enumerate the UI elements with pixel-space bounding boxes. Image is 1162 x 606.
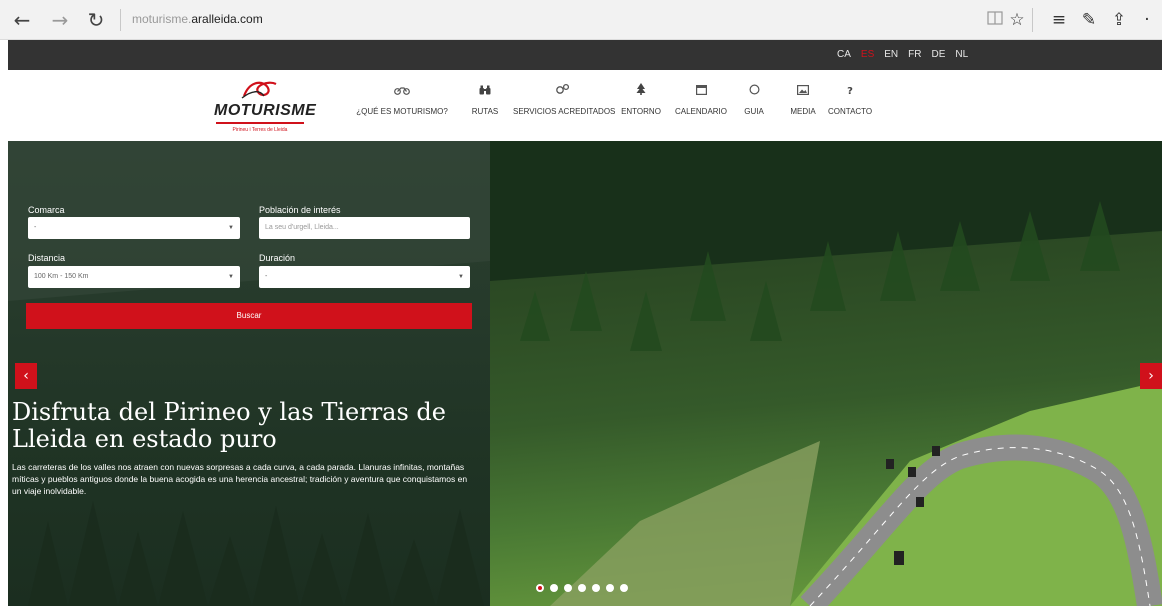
refresh-icon[interactable]: ↻ [82, 6, 110, 34]
hero-left-panel [8, 141, 490, 606]
site-logo[interactable]: MOTURISME Pirineu i Terres de Lleida [214, 78, 317, 144]
toolbar-separator [120, 9, 121, 31]
menu-label: GUIA [744, 107, 764, 116]
menu-calendario[interactable]: CALENDARIO [672, 83, 730, 133]
wrench-icon [513, 83, 613, 101]
menu-label: CONTACTO [828, 107, 873, 116]
menu-rutas[interactable]: RUTAS [466, 83, 504, 133]
slider-dot[interactable] [536, 584, 544, 592]
language-switcher: CA ES EN FR DE NL [837, 49, 968, 60]
logo-tagline: Pirineu i Terres de Lleida [232, 127, 288, 133]
circle-icon [740, 83, 768, 101]
poblacion-input[interactable]: La seu d'urgell, Lleida... [259, 217, 470, 239]
menu-label: ¿QUÉ ES MOTURISMO? [356, 107, 448, 116]
question-icon: ? [847, 86, 853, 97]
more-icon[interactable]: · [1138, 8, 1156, 32]
hero-title: Disfruta del Pirineo y las Tierras de Ll… [12, 398, 446, 453]
browser-toolbar: ← → ↻ moturisme.aralleida.com ☆ ≡ ✎ ⇪ · [0, 0, 1162, 40]
poblacion-placeholder: La seu d'urgell, Lleida... [265, 224, 339, 231]
menu-contacto[interactable]: ? CONTACTO [828, 83, 872, 133]
slider-dot[interactable] [578, 584, 586, 592]
duracion-value: - [265, 273, 268, 280]
url-domain: aralleida.com [191, 12, 263, 26]
distancia-label: Distancia [28, 253, 66, 263]
menu-label: RUTAS [471, 107, 499, 116]
menu-media[interactable]: MEDIA [788, 83, 818, 133]
logo-brand: MOTURISME [214, 102, 317, 119]
menu-label: CALENDARIO [674, 107, 727, 116]
slider-prev-button[interactable]: ‹ [15, 363, 37, 389]
lang-nl[interactable]: NL [955, 49, 968, 60]
slider-dot[interactable] [564, 584, 572, 592]
lang-en[interactable]: EN [884, 49, 898, 60]
comarca-value: - [34, 224, 37, 231]
favorite-star-icon[interactable]: ☆ [1004, 8, 1030, 32]
hero-description: Las carreteras de los valles nos atraen … [12, 462, 468, 496]
duracion-select[interactable]: - ▼ [259, 266, 470, 288]
distancia-value: 100 Km - 150 Km [34, 273, 89, 280]
slider-next-button[interactable]: › [1140, 363, 1162, 389]
share-icon[interactable]: ⇪ [1106, 8, 1132, 32]
hero-slider: Comarca - ▼ Población de interés La seu … [8, 141, 1162, 606]
chevron-down-icon: ▼ [228, 274, 234, 280]
slider-dot[interactable] [592, 584, 600, 592]
menu-servicios-acreditados[interactable]: SERVICIOS ACREDITADOS [513, 83, 616, 133]
web-note-icon[interactable]: ✎ [1076, 8, 1102, 32]
menu-label: SERVICIOS ACREDITADOS [513, 107, 616, 116]
comarca-select[interactable]: - ▼ [28, 217, 240, 239]
lang-ca[interactable]: CA [837, 49, 851, 60]
menu-label: ENTORNO [621, 107, 661, 116]
back-icon[interactable]: ← [8, 6, 36, 34]
menu-label: MEDIA [790, 107, 816, 116]
hub-icon[interactable]: ≡ [1046, 8, 1072, 32]
duracion-label: Duración [259, 253, 296, 263]
distancia-select[interactable]: 100 Km - 150 Km ▼ [28, 266, 240, 288]
menu-guia[interactable]: GUIA [740, 83, 768, 133]
chevron-down-icon: ▼ [458, 274, 464, 280]
lang-fr[interactable]: FR [908, 49, 921, 60]
slider-dot[interactable] [606, 584, 614, 592]
toolbar-separator [1032, 8, 1033, 32]
binoculars-icon [466, 83, 504, 101]
comarca-label: Comarca [28, 205, 65, 215]
tree-icon [618, 83, 664, 101]
menu-entorno[interactable]: ENTORNO [618, 83, 664, 133]
slider-dot[interactable] [550, 584, 558, 592]
url-prefix: moturisme. [132, 12, 192, 26]
website: CA ES EN FR DE NL MOTURISME Pirineu i Te… [8, 40, 1162, 606]
chevron-down-icon: ▼ [228, 225, 234, 231]
slider-dot[interactable] [620, 584, 628, 592]
logo-underline [216, 122, 304, 124]
slider-pagination [536, 584, 628, 592]
image-icon [788, 83, 818, 101]
mountain-road-photo [490, 141, 1162, 606]
lang-de[interactable]: DE [932, 49, 946, 60]
poblacion-label: Población de interés [259, 205, 341, 215]
calendar-icon [672, 83, 730, 101]
menu-que-es-moturismo[interactable]: ¿QUÉ ES MOTURISMO? [346, 83, 458, 133]
hero-photo [490, 141, 1162, 606]
search-button[interactable]: Buscar [26, 303, 472, 329]
motorcycle-icon [346, 83, 458, 101]
lang-es[interactable]: ES [861, 49, 874, 60]
address-bar[interactable]: moturisme.aralleida.com [132, 12, 263, 26]
forward-icon[interactable]: → [46, 6, 74, 34]
logo-swirl-icon [241, 81, 277, 99]
forest-background [8, 141, 490, 606]
language-bar: CA ES EN FR DE NL [8, 40, 1162, 70]
